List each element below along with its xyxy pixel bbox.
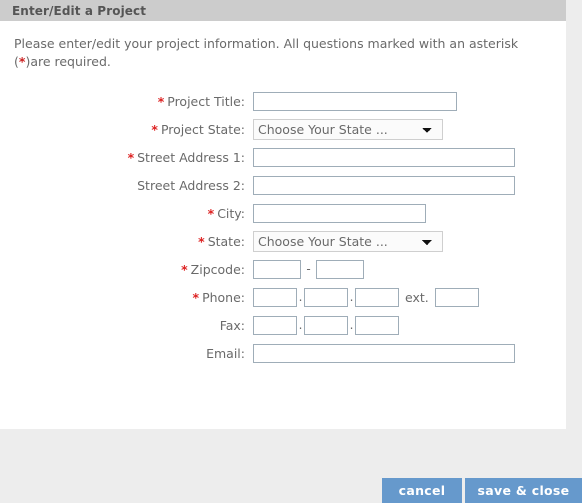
field-fax: . .: [253, 315, 399, 335]
label-text: Phone:: [202, 289, 245, 305]
label-state: * State:: [14, 234, 253, 249]
field-project-state: Choose Your State ...: [253, 118, 443, 140]
page-title: Enter/Edit a Project: [12, 3, 147, 18]
project-form: * Project Title: * Project State: Choose Y…: [14, 87, 552, 367]
city-input[interactable]: [253, 203, 426, 223]
label-text: Zipcode:: [190, 261, 245, 277]
form-row-street-address-1: * Street Address 1:: [14, 143, 552, 171]
phone-prefix-input[interactable]: [304, 287, 348, 307]
required-marker: *: [198, 233, 205, 249]
field-state: Choose Your State ...: [253, 230, 443, 252]
panel-header: Enter/Edit a Project: [0, 0, 566, 21]
save-and-close-button[interactable]: save & close: [465, 478, 582, 503]
zipcode-separator: -: [306, 262, 311, 276]
phone-separator-2: .: [349, 289, 354, 304]
label-text: State:: [207, 233, 245, 249]
required-marker: *: [192, 289, 200, 305]
form-row-project-title: * Project Title:: [14, 87, 552, 115]
fax-prefix-input[interactable]: [304, 315, 348, 335]
zipcode-5-input[interactable]: [253, 259, 301, 279]
field-street-address-2: [253, 175, 515, 195]
phone-line-input[interactable]: [355, 287, 399, 307]
required-marker: *: [207, 205, 215, 221]
label-text: Street Address 2:: [137, 177, 245, 193]
field-zipcode: -: [253, 259, 364, 279]
form-row-street-address-2: Street Address 2:: [14, 171, 552, 199]
fax-separator-1: .: [298, 317, 303, 332]
fax-separator-2: .: [349, 317, 354, 332]
button-bar: cancel save & close: [0, 478, 582, 503]
field-email: [253, 343, 515, 363]
form-row-project-state: * Project State: Choose Your State ...: [14, 115, 552, 143]
project-title-input[interactable]: [253, 91, 457, 111]
label-text: Project State:: [160, 121, 245, 137]
phone-extension-input[interactable]: [434, 287, 479, 307]
field-project-title: [253, 91, 457, 111]
label-street-address-2: Street Address 2:: [14, 178, 253, 193]
street-address-1-input[interactable]: [253, 147, 515, 167]
intro-text-after: )are required.: [25, 54, 111, 69]
form-row-email: Email:: [14, 339, 552, 367]
project-state-select[interactable]: Choose Your State ...: [253, 118, 443, 140]
intro-instructions: Please enter/edit your project informati…: [14, 35, 544, 71]
street-address-2-input[interactable]: [253, 175, 515, 195]
label-zipcode: * Zipcode:: [14, 262, 253, 277]
phone-extension-label: ext.: [405, 289, 429, 305]
form-row-fax: Fax: . .: [14, 311, 552, 339]
fax-line-input[interactable]: [355, 315, 399, 335]
field-city: [253, 203, 426, 223]
field-phone: . . ext.: [253, 287, 479, 307]
form-row-city: * City:: [14, 199, 552, 227]
field-street-address-1: [253, 147, 515, 167]
form-row-zipcode: * Zipcode: -: [14, 255, 552, 283]
label-phone: * Phone:: [14, 290, 253, 305]
zipcode-4-input[interactable]: [316, 259, 364, 279]
label-city: * City:: [14, 206, 253, 221]
required-marker: *: [127, 149, 135, 165]
required-marker: *: [157, 93, 165, 109]
cancel-button[interactable]: cancel: [382, 478, 462, 503]
project-panel: Enter/Edit a Project Please enter/edit y…: [0, 0, 566, 429]
phone-separator-1: .: [298, 289, 303, 304]
required-marker: *: [181, 261, 188, 277]
label-text: Project Title:: [167, 93, 245, 109]
label-text: Fax:: [219, 317, 245, 333]
label-fax: Fax:: [14, 318, 253, 333]
label-text: Street Address 1:: [137, 149, 245, 165]
state-select[interactable]: Choose Your State ...: [253, 230, 443, 252]
label-email: Email:: [14, 346, 253, 361]
panel-body: Please enter/edit your project informati…: [0, 21, 566, 429]
label-street-address-1: * Street Address 1:: [14, 150, 253, 165]
phone-area-code-input[interactable]: [253, 287, 297, 307]
label-text: City:: [217, 205, 245, 221]
email-input[interactable]: [253, 343, 515, 363]
fax-area-code-input[interactable]: [253, 315, 297, 335]
label-text: Email:: [206, 345, 245, 361]
form-row-phone: * Phone: . . ext.: [14, 283, 552, 311]
required-marker: *: [151, 121, 158, 137]
form-row-state: * State: Choose Your State ...: [14, 227, 552, 255]
label-project-state: * Project State:: [14, 122, 253, 137]
label-project-title: * Project Title:: [14, 94, 253, 109]
